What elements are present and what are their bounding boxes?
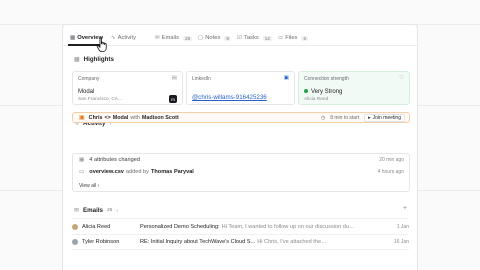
grid-icon: ▦ — [74, 57, 80, 63]
company-logo-icon: m — [169, 95, 177, 103]
attributes-icon: ▦ — [79, 157, 85, 163]
overview-icon: ▦ — [70, 35, 76, 41]
calendar-icon: ▣ — [79, 115, 85, 121]
record-panel: ▦ Overview ∿ Activity ✉ Emails 25 ▢ Note… — [62, 24, 418, 270]
tab-count: 12 — [262, 35, 272, 41]
company-card[interactable]: Company ▤ Modal San Francisco, CA... m — [72, 71, 183, 105]
list-item[interactable]: ▦ 4 attributes changed 20 min ago — [79, 157, 404, 163]
tab-files[interactable]: ▭ Files 6 — [278, 31, 309, 45]
tab-bar: ▦ Overview ∿ Activity ✉ Emails 25 ▢ Note… — [63, 25, 417, 46]
tab-tasks[interactable]: ☑ Tasks 12 — [237, 31, 272, 45]
chevron-right-icon: › — [97, 183, 100, 189]
company-location: San Francisco, CA... — [78, 97, 122, 102]
divider — [72, 249, 409, 250]
hand-cursor-icon — [96, 37, 107, 52]
activity-list: ▦ 4 attributes changed 20 min ago ▭ over… — [72, 153, 410, 192]
note-icon: ▢ — [198, 35, 204, 41]
divider — [72, 218, 409, 219]
connection-strength-card[interactable]: Connection strength ♡ Very Strong Alicia… — [298, 71, 410, 105]
list-item[interactable]: ▭ overview.csv added by Thomas Paryval 4… — [79, 169, 404, 175]
video-icon: ▸ — [368, 114, 371, 121]
file-icon: ▭ — [79, 169, 85, 175]
tab-emails[interactable]: ✉ Emails 25 — [155, 31, 193, 45]
tab-count: 9 — [224, 35, 231, 41]
connection-person: Alicia Reed — [304, 97, 329, 102]
email-icon: ✉ — [74, 208, 80, 214]
avatar — [72, 239, 78, 245]
divider — [72, 234, 409, 235]
connection-value: Very Strong — [311, 89, 343, 95]
activity-icon: ∿ — [111, 35, 116, 41]
meeting-eta: 8 min to start — [330, 114, 360, 121]
avatar — [72, 224, 78, 230]
view-all-link[interactable]: View all › — [79, 183, 99, 189]
emails-count: 25 — [106, 208, 113, 213]
task-icon: ☑ — [237, 35, 242, 41]
table-row[interactable]: Tyler Robinson RE: Initial Inquiry about… — [72, 236, 409, 248]
chevron-right-icon: › — [116, 207, 119, 214]
tab-count: 25 — [183, 35, 193, 41]
emails-header[interactable]: ✉ Emails 25 › — [74, 207, 118, 214]
highlights-header: ▦ Highlights — [74, 56, 114, 63]
folder-icon: ▭ — [278, 35, 284, 41]
tab-activity[interactable]: ∿ Activity — [111, 31, 136, 45]
add-email-icon[interactable]: + — [403, 205, 407, 212]
linkedin-icon: ▣ — [283, 75, 289, 81]
status-dot — [304, 89, 308, 94]
email-icon: ✉ — [155, 35, 160, 41]
linkedin-card[interactable]: LinkedIn ▣ @chris-willams-916425236 — [186, 71, 295, 105]
join-meeting-button[interactable]: ▸ Join meeting — [364, 113, 405, 122]
table-row[interactable]: Alicia Reed Personalized Demo Scheduling… — [72, 221, 409, 233]
tab-notes[interactable]: ▢ Notes 9 — [198, 31, 231, 45]
clock-icon: ◷ — [320, 114, 326, 121]
company-name: Modal — [78, 89, 95, 95]
linkedin-link[interactable]: @chris-willams-916425236 — [192, 94, 267, 101]
heart-icon: ♡ — [399, 75, 404, 81]
tab-count: 6 — [301, 35, 309, 41]
upcoming-meeting-banner[interactable]: ▣ Chris <> Modal with Madison Scott ◷ 8 … — [72, 112, 410, 123]
building-icon: ▤ — [171, 75, 177, 81]
